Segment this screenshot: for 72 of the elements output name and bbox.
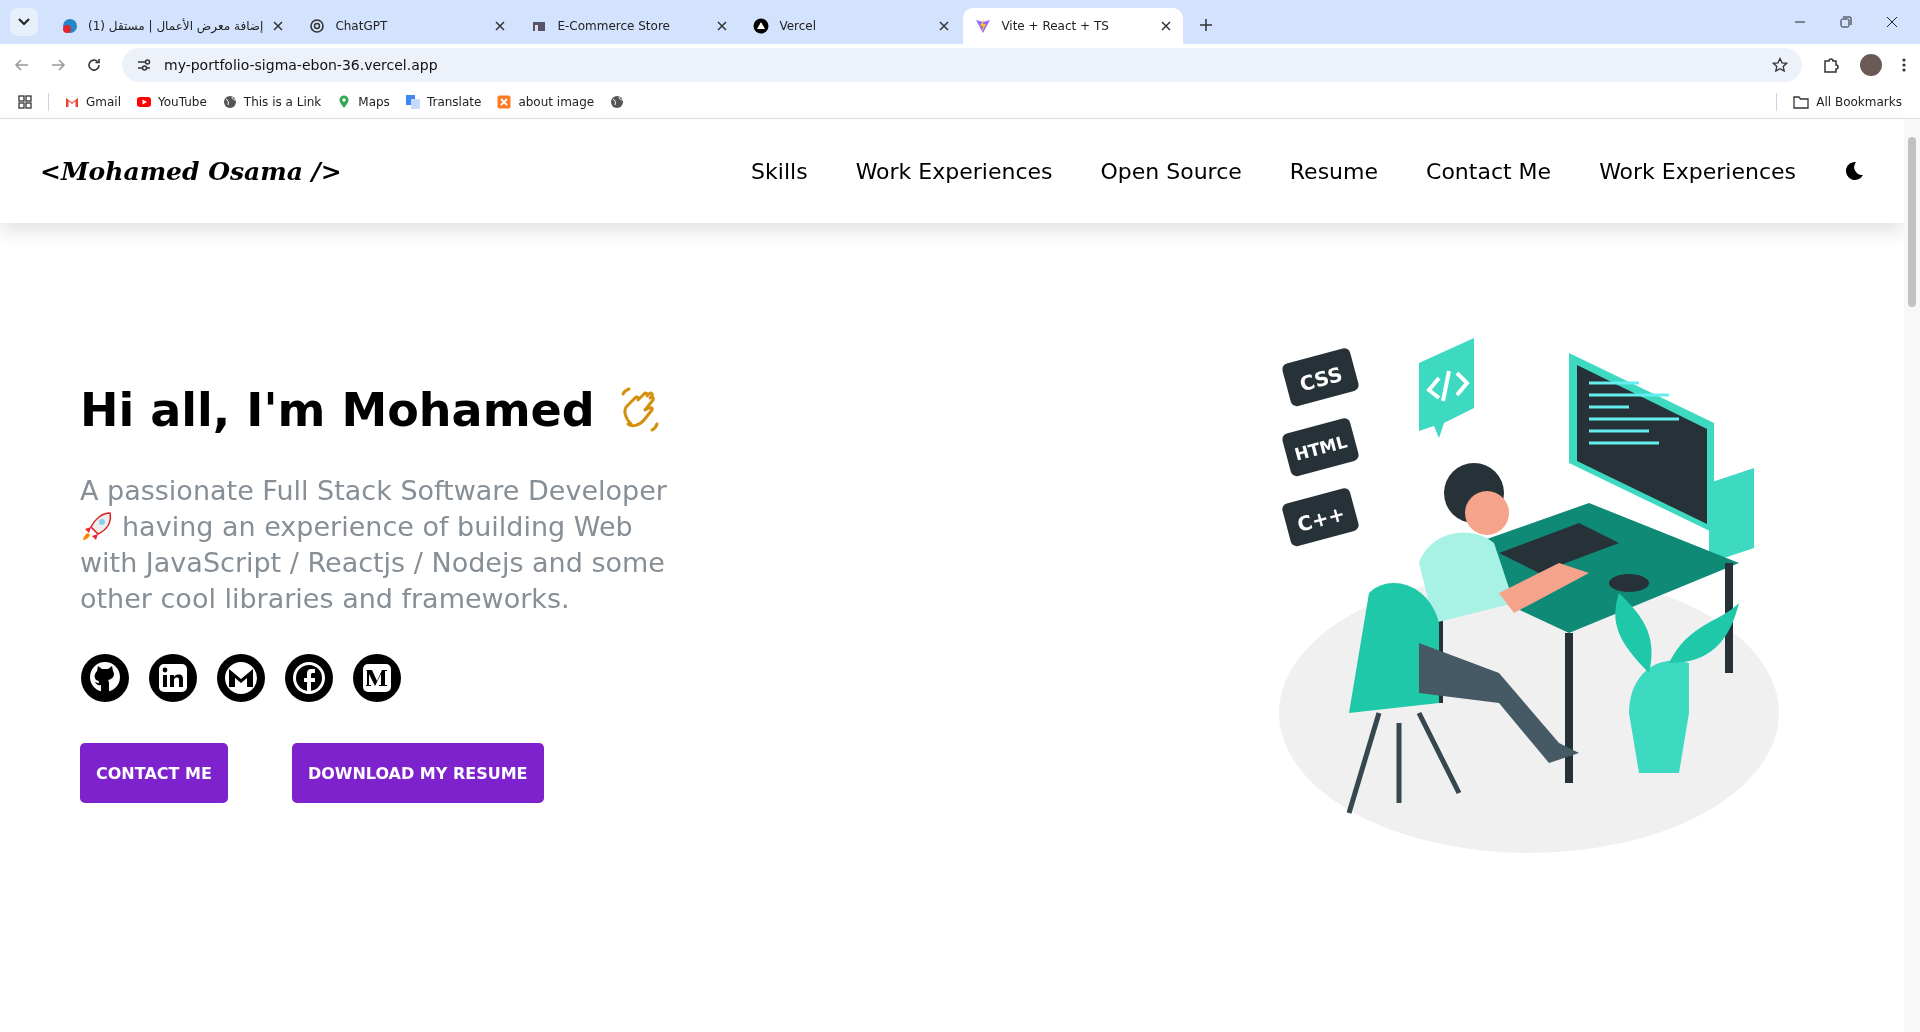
- moon-icon[interactable]: [1844, 161, 1864, 181]
- translate-icon: [405, 95, 420, 109]
- lightning-logo-icon: [975, 18, 992, 34]
- badge-label: CSS: [1297, 361, 1345, 397]
- nav-link[interactable]: Skills: [751, 158, 808, 184]
- address-bar[interactable]: my-portfolio-sigma-ebon-36.vercel.app: [122, 48, 1802, 82]
- close-icon[interactable]: [495, 21, 506, 31]
- puzzle-icon[interactable]: [1822, 56, 1840, 74]
- tab-title: Vite + React + TS: [1001, 19, 1110, 33]
- square-logo-icon: [497, 95, 512, 109]
- new-tab-icon[interactable]: [1199, 18, 1214, 32]
- scrollbar[interactable]: [1904, 119, 1920, 1032]
- in-logo-icon[interactable]: [148, 653, 198, 703]
- envelope-logo-icon: [65, 95, 79, 109]
- contact-button[interactable]: CONTACT ME: [80, 743, 228, 803]
- intro-text: A passionate Full Stack Software Developer: [80, 474, 668, 508]
- bookmark-link[interactable]: Translate: [405, 95, 482, 109]
- badge-label: C++: [1294, 501, 1348, 537]
- bookmark-link[interactable]: Maps: [337, 95, 390, 109]
- close-icon[interactable]: [1886, 16, 1898, 28]
- close-icon[interactable]: [939, 21, 950, 31]
- f-logo-icon[interactable]: [284, 653, 334, 703]
- nav-link[interactable]: Resume: [1289, 158, 1379, 184]
- chevron-down-icon: [18, 18, 30, 26]
- close-icon[interactable]: [717, 21, 728, 31]
- intro-text: with JavaScript / Reactjs / Nodejs and some other cool libraries and frameworks.: [80, 546, 666, 616]
- apps-grid-icon[interactable]: [18, 95, 32, 109]
- bookmark-link[interactable]: YouTube: [137, 95, 207, 109]
- m-envelope-logo-icon[interactable]: [216, 653, 266, 703]
- badge-label: HTML: [1292, 431, 1350, 465]
- triangle-logo-icon: [753, 18, 770, 34]
- intro-text: having an experience of building Web: [122, 510, 633, 544]
- profile-avatar[interactable]: [1860, 54, 1882, 76]
- bookmark-link[interactable]: about image: [497, 95, 595, 109]
- more-icon[interactable]: [1902, 57, 1906, 73]
- download-resume-button[interactable]: DOWNLOAD MY RESUME: [291, 743, 544, 803]
- close-icon[interactable]: [273, 21, 284, 31]
- rocket-icon: [80, 511, 114, 543]
- all-bookmarks-button[interactable]: All Bookmarks: [1793, 95, 1902, 109]
- nav-link[interactable]: Open Source: [1100, 158, 1242, 184]
- folder-icon: [1793, 95, 1810, 109]
- restore-icon[interactable]: [1840, 16, 1852, 28]
- badge-logo-icon: [62, 18, 78, 34]
- site-settings-icon[interactable]: [136, 57, 152, 73]
- nav-link[interactable]: Contact Me: [1426, 158, 1552, 184]
- browser-tab[interactable]: (1) إضافة معرض الأعمال | مستقل: [50, 8, 296, 44]
- globe-icon: [222, 95, 237, 109]
- back-icon[interactable]: [14, 57, 30, 73]
- globe-icon[interactable]: [610, 95, 625, 109]
- tab-title: Vercel: [779, 19, 818, 33]
- nav-link[interactable]: Work Experiences: [1599, 158, 1796, 184]
- bookmark-link[interactable]: Gmail: [65, 95, 121, 109]
- tab-title: ChatGPT: [335, 19, 389, 33]
- browser-tab[interactable]: Vite + React + TS: [963, 8, 1184, 44]
- greeting-heading: Hi all, I'm Mohamed: [80, 383, 595, 437]
- knot-logo-icon: [309, 18, 326, 34]
- tab-search-button[interactable]: [10, 8, 38, 36]
- bookmark-link[interactable]: This is a Link: [222, 95, 322, 109]
- nav-link[interactable]: Work Experiences: [855, 158, 1053, 184]
- browser-tab[interactable]: E-Commerce Store: [519, 8, 740, 44]
- bookmark-star-icon[interactable]: [1772, 57, 1788, 73]
- close-icon[interactable]: [1161, 21, 1172, 31]
- browser-tab[interactable]: Vercel: [741, 8, 962, 44]
- browser-tab[interactable]: ChatGPT: [297, 8, 518, 44]
- m-logo-icon[interactable]: [352, 653, 402, 703]
- cat-logo-icon[interactable]: [80, 653, 130, 703]
- tab-title: E-Commerce Store: [557, 19, 671, 33]
- tab-title: (1) إضافة معرض الأعمال | مستقل: [88, 19, 264, 33]
- site-logo[interactable]: <Mohamed Osama />: [40, 156, 342, 186]
- forward-icon[interactable]: [50, 57, 66, 73]
- reload-icon[interactable]: [86, 57, 102, 73]
- play-logo-icon: [137, 95, 151, 109]
